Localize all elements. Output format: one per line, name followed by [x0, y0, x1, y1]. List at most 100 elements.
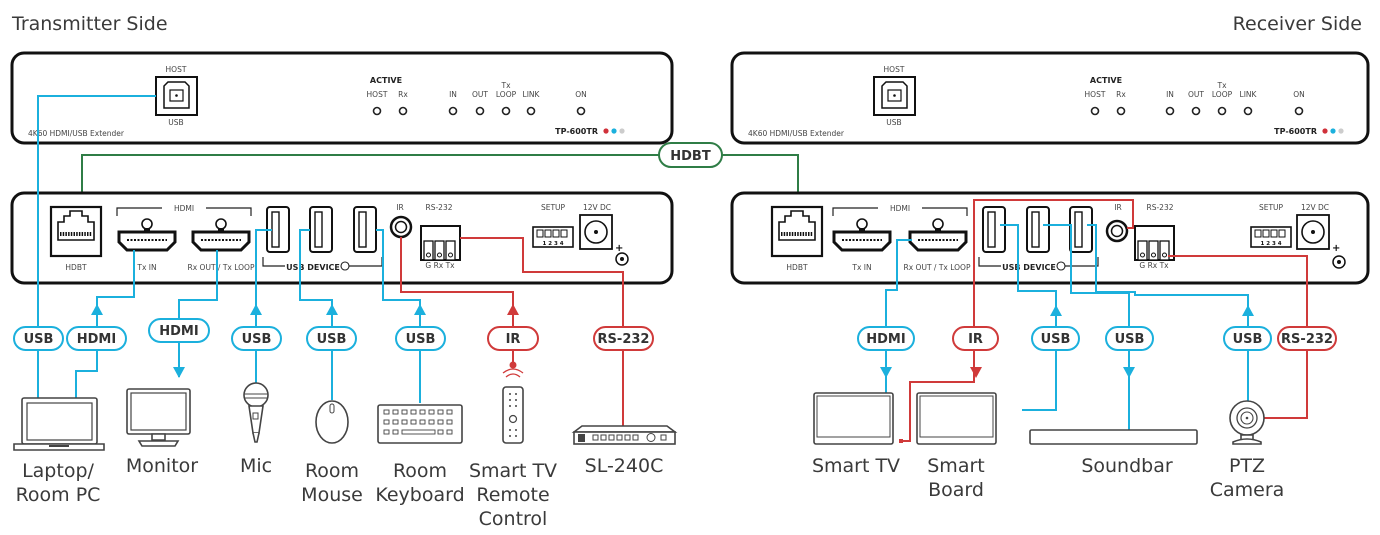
tx-usb-label: USB: [168, 118, 183, 127]
tx-host-label: HOST: [166, 65, 187, 74]
laptop-icon: [13, 397, 105, 451]
device-label-laptop-2: Room PC: [16, 484, 101, 506]
ir-jack-icon: [1105, 219, 1129, 243]
rx-model: TP-600TR: [1274, 127, 1317, 136]
led-label-tx: Tx: [500, 81, 511, 90]
pill-label: USB: [317, 332, 347, 347]
pill-label: USB: [1233, 332, 1263, 347]
model-dot-gray: [619, 128, 625, 134]
microphone-icon: [243, 382, 269, 443]
rx-host-label: HOST: [884, 65, 905, 74]
usb-a-port-icon: [1026, 206, 1050, 253]
tx-setup-label: SETUP: [541, 203, 566, 212]
led-label-rx: Rx: [398, 90, 408, 99]
device-label-mouse: Room: [305, 460, 359, 482]
device-label-remote-2: Remote: [476, 484, 549, 506]
tx-in-label: Tx IN: [136, 263, 156, 272]
tx-product-desc: 4K60 HDMI/USB Extender: [28, 129, 125, 138]
pill-label: USB: [242, 332, 272, 347]
usb-b-port-icon: [873, 76, 916, 116]
device-label-remote-3: Control: [479, 508, 548, 530]
device-label-laptop: Laptop/: [22, 460, 94, 482]
rx-ir-label: IR: [1114, 203, 1121, 212]
device-label-soundbar: Soundbar: [1081, 455, 1173, 477]
pill-label: HDMI: [77, 332, 116, 347]
device-label-mouse-2: Mouse: [301, 484, 363, 506]
led-label-loop: LOOP: [1212, 90, 1233, 99]
connection-diagram: Transmitter Side Receiver Side HOST USB …: [10, 13, 1370, 530]
monitor-icon: [126, 388, 191, 447]
terminal-block-icon: [420, 225, 461, 261]
svg-text:+: +: [1332, 243, 1340, 254]
pill-label: HDMI: [159, 324, 198, 339]
led-label-link: LINK: [523, 90, 541, 99]
tx-hdmi-group-label: HDMI: [174, 204, 194, 213]
pill-label: IR: [506, 332, 521, 347]
mouse-icon: [315, 400, 349, 444]
device-label-sl240c: SL-240C: [585, 455, 664, 477]
device-label-monitor: Monitor: [126, 455, 198, 477]
tx-hdbt-port-label: HDBT: [65, 263, 87, 272]
led-label-on: ON: [1293, 90, 1305, 99]
device-label-keyboard: Room: [393, 460, 447, 482]
rx-out-tx-loop-label: Rx OUT / Tx LOOP: [188, 263, 255, 272]
led-label-loop: LOOP: [496, 90, 517, 99]
pill-label: IR: [968, 332, 983, 347]
rx-dip-numbers: 1 2 3 4: [1260, 241, 1281, 247]
led-label-host: HOST: [1085, 90, 1106, 99]
pill-usb-keyboard: USB: [395, 326, 446, 351]
pill-label: USB: [1041, 332, 1071, 347]
terminal-block-icon: [1134, 225, 1175, 261]
pill-label: USB: [1115, 332, 1145, 347]
device-label-smart-board-2: Board: [928, 479, 984, 501]
usb-b-port-icon: [155, 76, 198, 116]
ptz-camera-icon: [1229, 400, 1265, 445]
pill-usb-mic: USB: [231, 326, 282, 351]
tx-active-label: ACTIVE: [370, 76, 402, 85]
soundbar-icon: [1029, 429, 1198, 445]
rx-front-panel: HOST USB 4K60 HDMI/USB Extender ACTIVE H…: [730, 51, 1370, 145]
dc-power-jack-icon: [579, 214, 613, 250]
tx-dip-numbers: 1 2 3 4: [542, 241, 563, 247]
tx-model: TP-600TR: [555, 127, 598, 136]
tx-connection-pills: USB HDMI HDMI USB USB USB IR RS-232: [13, 318, 654, 351]
pill-label: HDMI: [866, 332, 905, 347]
power-icon: [1056, 261, 1066, 271]
pill-usb-laptop: USB: [13, 326, 64, 351]
rx-active-label: ACTIVE: [1090, 76, 1122, 85]
device-label-smart-tv: Smart TV: [812, 455, 900, 477]
rx-connection-pills: HDMI IR USB USB USB RS-232: [857, 326, 1337, 351]
rj45-port-icon: [49, 205, 103, 258]
pill-usb-smart-board: USB: [1031, 326, 1080, 351]
rx-dc-label: 12V DC: [1301, 203, 1329, 212]
pill-usb-mouse: USB: [306, 326, 357, 351]
pill-label: USB: [406, 332, 436, 347]
model-dot-red: [1322, 128, 1328, 134]
rj45-port-icon: [770, 205, 824, 258]
pill-usb-ptz: USB: [1223, 326, 1272, 351]
device-label-ptz: PTZ: [1229, 455, 1265, 477]
rx-hdbt-port-label: HDBT: [786, 263, 808, 272]
pill-rs232-ptz: RS-232: [1277, 326, 1337, 351]
tx-rs232-pins: G Rx Tx: [425, 261, 455, 270]
led-label-on: ON: [575, 90, 587, 99]
usb-a-port-icon: [309, 206, 333, 253]
ir-jack-icon: [389, 215, 413, 239]
keyboard-icon: [377, 404, 463, 444]
rx-hdmi-group-label: HDMI: [890, 204, 910, 213]
tx-rear-panel: HDBT HDMI Tx IN Rx OUT / Tx LOOP USB DEV…: [10, 191, 674, 285]
pill-ir-smart-board: IR: [952, 326, 999, 351]
smart-tv-icon: [813, 392, 903, 445]
dc-power-jack-icon: [1296, 214, 1330, 250]
device-label-smart-board: Smart: [927, 455, 984, 477]
usb-a-port-icon: [1069, 206, 1093, 253]
tx-front-panel: HOST USB 4K60 HDMI/USB Extender ACTIVE H…: [10, 51, 674, 145]
led-label-host: HOST: [367, 90, 388, 99]
led-label-in: IN: [1166, 90, 1174, 99]
tx-ir-label: IR: [396, 203, 403, 212]
led-label-out: OUT: [472, 90, 488, 99]
led-label-link: LINK: [1240, 90, 1258, 99]
device-label-ptz-2: Camera: [1210, 479, 1285, 501]
receiver-title: Receiver Side: [1233, 13, 1362, 35]
rx-rear-panel: HDBT HDMI Tx IN Rx OUT / Tx LOOP USB DEV…: [730, 191, 1370, 285]
